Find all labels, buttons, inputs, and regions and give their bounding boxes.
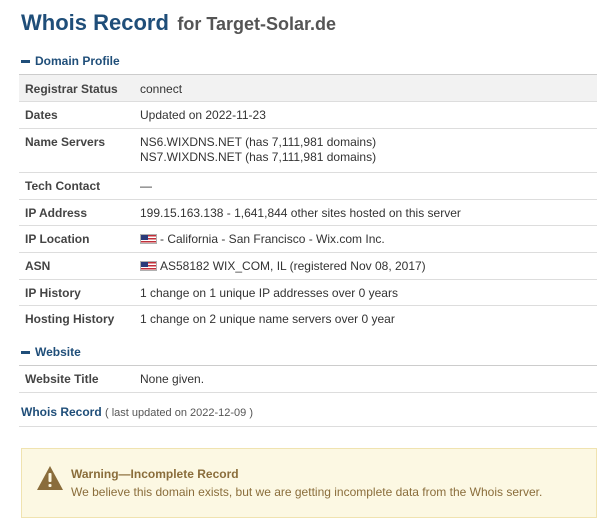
whois-record-link[interactable]: Whois Record bbox=[21, 405, 102, 419]
website-section-label: Website bbox=[35, 345, 81, 359]
table-row-registrar-status: Registrar Status connect bbox=[19, 74, 597, 102]
table-row-name-servers: Name Servers NS6.WIXDNS.NET (has 7,111,9… bbox=[19, 128, 597, 173]
row-key: IP Location bbox=[19, 225, 140, 253]
name-server-2[interactable]: NS7.WIXDNS.NET (has 7,111,981 domains) bbox=[140, 150, 597, 165]
us-flag-icon bbox=[140, 234, 157, 244]
collapse-icon bbox=[21, 59, 30, 63]
name-server-1[interactable]: NS6.WIXDNS.NET (has 7,111,981 domains) bbox=[140, 135, 597, 150]
row-key: Dates bbox=[19, 101, 140, 129]
row-value: Updated on 2022-11-23 bbox=[140, 101, 597, 129]
table-row-website-title: Website Title None given. bbox=[19, 365, 597, 393]
us-flag-icon bbox=[140, 261, 157, 271]
page-title: Whois Record for Target-Solar.de bbox=[21, 10, 336, 36]
website-table: Website Title None given. bbox=[19, 365, 597, 393]
collapse-icon bbox=[21, 350, 30, 354]
row-value: — bbox=[140, 172, 597, 200]
row-value: NS6.WIXDNS.NET (has 7,111,981 domains) N… bbox=[140, 128, 597, 173]
row-key: Hosting History bbox=[19, 305, 140, 332]
table-row-ip-address: IP Address 199.15.163.138 - 1,641,844 ot… bbox=[19, 199, 597, 226]
domain-profile-section-toggle[interactable]: Domain Profile bbox=[21, 54, 120, 68]
page-title-domain: for Target-Solar.de bbox=[177, 14, 337, 34]
row-key: IP History bbox=[19, 279, 140, 306]
website-section-toggle[interactable]: Website bbox=[21, 345, 81, 359]
domain-profile-table: Registrar Status connect Dates Updated o… bbox=[19, 74, 597, 332]
table-divider bbox=[19, 392, 597, 393]
row-value[interactable]: 1 change on 1 unique IP addresses over 0… bbox=[140, 279, 597, 306]
row-value: None given. bbox=[140, 365, 597, 393]
row-value[interactable]: 199.15.163.138 - 1,641,844 other sites h… bbox=[140, 199, 597, 226]
row-key: Name Servers bbox=[19, 128, 140, 173]
warning-alert: Warning—Incomplete Record We believe thi… bbox=[21, 448, 597, 518]
table-row-tech-contact: Tech Contact — bbox=[19, 172, 597, 200]
row-value: - California - San Francisco - Wix.com I… bbox=[140, 225, 597, 253]
domain-profile-section-label: Domain Profile bbox=[35, 54, 120, 68]
row-key: Registrar Status bbox=[19, 74, 140, 102]
table-row-hosting-history: Hosting History 1 change on 2 unique nam… bbox=[19, 305, 597, 332]
warning-title: Warning—Incomplete Record bbox=[71, 467, 239, 481]
row-value: AS58182 WIX_COM, IL (registered Nov 08, … bbox=[140, 252, 597, 280]
table-row-ip-history: IP History 1 change on 1 unique IP addre… bbox=[19, 279, 597, 306]
row-value[interactable]: 1 change on 2 unique name servers over 0… bbox=[140, 305, 597, 332]
row-key: Tech Contact bbox=[19, 172, 140, 200]
row-key: Website Title bbox=[19, 365, 140, 393]
table-row-ip-location: IP Location - California - San Francisco… bbox=[19, 225, 597, 253]
footer-record-line: Whois Record ( last updated on 2022-12-0… bbox=[21, 405, 253, 419]
last-updated-text: ( last updated on 2022-12-09 ) bbox=[105, 407, 254, 419]
page-title-main: Whois Record bbox=[21, 10, 169, 35]
warning-message: We believe this domain exists, but we ar… bbox=[71, 485, 543, 499]
row-value: connect bbox=[140, 74, 597, 102]
row-key: IP Address bbox=[19, 199, 140, 226]
table-row-asn: ASN AS58182 WIX_COM, IL (registered Nov … bbox=[19, 252, 597, 280]
table-row-dates: Dates Updated on 2022-11-23 bbox=[19, 101, 597, 129]
section-divider bbox=[19, 426, 597, 427]
row-key: ASN bbox=[19, 252, 140, 280]
warning-triangle-icon bbox=[37, 466, 63, 490]
